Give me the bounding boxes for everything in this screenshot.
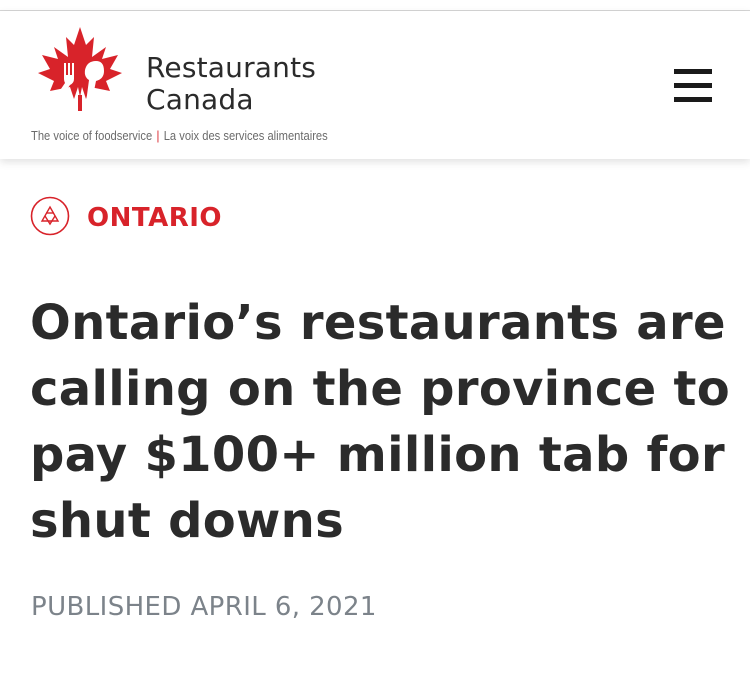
- headline-line-4: shut downs: [30, 493, 344, 549]
- logo-name-line1: Restaurants: [146, 51, 317, 84]
- logo-tagline: The voice of foodservice | La voix des ser…: [31, 128, 328, 143]
- category-link-ontario[interactable]: ONTARIO: [87, 202, 222, 234]
- page: Restaurants Canada The voice of foodserv…: [0, 0, 750, 699]
- menu-bar-bottom: [674, 97, 712, 102]
- logo-name-line2: Canada: [146, 83, 254, 116]
- tagline-french: La voix des services alimentaires: [163, 128, 328, 143]
- logo-wordmark: Restaurants Canada: [146, 52, 316, 116]
- published-date: PUBLISHED APRIL 6, 2021: [31, 592, 377, 622]
- menu-bar-top: [674, 69, 712, 74]
- region-emblem-icon: [30, 196, 70, 236]
- tagline-english: The voice of foodservice: [31, 128, 153, 143]
- headline-line-1: Ontario’s restaurants are: [30, 295, 726, 351]
- headline-line-2: calling on the province to: [30, 361, 731, 417]
- site-header: Restaurants Canada The voice of foodserv…: [0, 11, 750, 159]
- tagline-separator: |: [156, 128, 160, 143]
- menu-bar-middle: [674, 83, 712, 88]
- article-headline: Ontario’s restaurants are calling on the…: [30, 290, 731, 554]
- maple-leaf-logo-icon: [38, 27, 122, 111]
- hamburger-menu-icon[interactable]: [672, 69, 714, 105]
- logo-link[interactable]: Restaurants Canada The voice of foodserv…: [0, 11, 360, 159]
- headline-line-3: pay $100+ million tab for: [30, 427, 725, 483]
